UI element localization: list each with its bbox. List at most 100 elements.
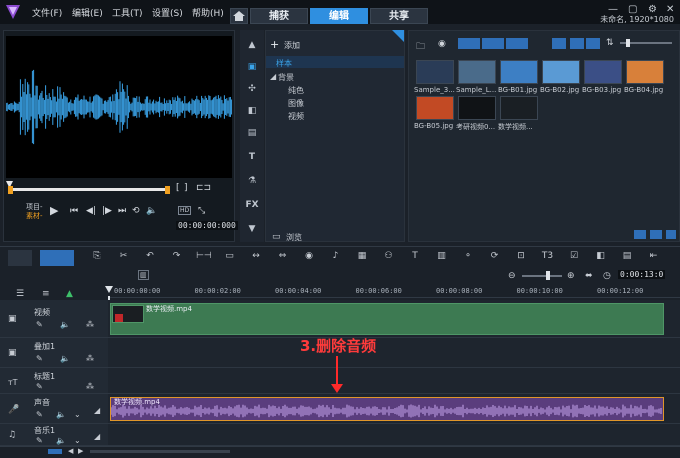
fit-icon[interactable]: ▭ (223, 251, 237, 265)
check-icon[interactable]: ☑ (567, 251, 581, 265)
copy-icon[interactable]: ⎘ (90, 251, 104, 265)
play-button[interactable]: ▶ (50, 204, 58, 217)
mask-icon[interactable]: ⚬ (461, 251, 475, 265)
preview-timecode[interactable]: 00:00:00:000 (176, 221, 238, 230)
filter-video-button[interactable] (458, 38, 480, 49)
add-folder-label[interactable]: 添加 (284, 40, 300, 51)
transition-icon[interactable]: ◧ (244, 106, 260, 120)
mute-voice-icon[interactable]: 🔈 (56, 410, 66, 419)
more-icon[interactable]: ▤ (620, 251, 634, 265)
filter-icon[interactable]: ⚗ (244, 176, 260, 190)
browse-button[interactable]: 浏览 (286, 232, 302, 243)
title-icon[interactable]: T (244, 152, 260, 166)
audio-mix-icon[interactable]: ♪ (329, 251, 343, 265)
storyboard-view-button[interactable] (8, 250, 32, 266)
3d-title-icon[interactable]: T3 (541, 251, 555, 265)
mark-in-handle[interactable] (8, 186, 13, 194)
timeline-scrollbar-thumb[interactable] (48, 449, 62, 454)
caption-icon[interactable]: ▥ (138, 270, 149, 280)
speed-icon[interactable]: ⟳ (488, 251, 502, 265)
fit-frame-icon[interactable]: ⇔ (276, 251, 290, 265)
panel-view-button-2[interactable] (650, 230, 662, 239)
thumb-view-button[interactable] (586, 38, 600, 49)
split-audio-icon[interactable]: ↔ (249, 251, 263, 265)
color-icon[interactable]: ◧ (594, 251, 608, 265)
music-volume-icon[interactable]: ◢ (94, 432, 100, 441)
thumb-size-handle[interactable] (626, 39, 630, 47)
menu-file[interactable]: 文件(F) (32, 6, 62, 19)
mark-out-handle[interactable] (165, 186, 170, 194)
tree-item-image[interactable]: 图像 (288, 98, 304, 109)
track-manager-icon[interactable]: ☰ (16, 289, 24, 299)
trim-icon[interactable]: ⊢⊣ (196, 251, 212, 265)
track-lane-overlay[interactable] (108, 338, 680, 368)
preview-scrubber[interactable] (8, 188, 170, 191)
add-marker-icon[interactable]: ▲ (66, 289, 73, 299)
instant-project-icon[interactable]: ✣ (244, 84, 260, 98)
zoom-slider[interactable] (522, 275, 562, 277)
media-thumbnail[interactable] (416, 96, 454, 120)
voice-volume-icon[interactable]: ◢ (94, 406, 100, 415)
zoom-handle[interactable] (546, 271, 550, 280)
browse-icon[interactable]: ▭ (272, 232, 281, 242)
next-frame-icon[interactable]: |▶ (102, 206, 112, 216)
scroll-left-icon[interactable]: ◀ (68, 447, 73, 455)
cut-icon[interactable]: ✂ (117, 251, 131, 265)
media-thumbnail[interactable] (458, 60, 496, 84)
redo-icon[interactable]: ↷ (170, 251, 184, 265)
grid-view-button[interactable] (570, 38, 584, 49)
track-name-voice[interactable]: 声音 (34, 397, 50, 408)
media-thumbnail[interactable] (500, 96, 538, 120)
ripple-icon[interactable]: ⁂ (86, 320, 94, 329)
mute-overlay-icon[interactable]: 🔈 (60, 354, 70, 363)
title-tool-icon[interactable]: T (408, 251, 422, 265)
prev-frame-icon[interactable]: ◀| (86, 206, 96, 216)
edit-overlay-icon[interactable]: ✎ (36, 354, 43, 363)
voice-dropdown-icon[interactable]: ⌄ (74, 410, 81, 419)
volume-icon[interactable]: 🔈 (146, 206, 157, 216)
timeline-duration[interactable]: 0:00:13:0 (618, 270, 666, 279)
scroll-down-icon[interactable]: ▼ (244, 224, 260, 238)
filter-audio-button[interactable] (506, 38, 528, 49)
media-thumbnail[interactable] (542, 60, 580, 84)
list-view-button[interactable] (552, 38, 566, 49)
panel-view-button-1[interactable] (634, 230, 646, 239)
mark-out-button[interactable]: ] (184, 183, 188, 193)
sort-icon[interactable]: ⇅ (606, 38, 614, 48)
motion-icon[interactable]: ⚇ (382, 251, 396, 265)
video-clip[interactable] (110, 303, 664, 335)
split-clip-icon[interactable]: ⊏⊐ (196, 183, 211, 193)
edit-track-icon[interactable]: ✎ (36, 320, 43, 329)
record-screen-icon[interactable]: ◉ (302, 251, 316, 265)
scroll-up-icon[interactable]: ▲ (244, 40, 260, 54)
fit-timeline-icon[interactable]: ⬌ (585, 271, 593, 281)
zoom-out-icon[interactable]: ⊖ (508, 271, 516, 281)
tab-share[interactable]: 共享 (370, 8, 428, 24)
mute-music-icon[interactable]: 🔈 (56, 436, 66, 445)
filter-photo-button[interactable] (482, 38, 504, 49)
menu-edit[interactable]: 编辑(E) (72, 6, 103, 19)
fx-icon[interactable]: FX (244, 200, 260, 214)
music-dropdown-icon[interactable]: ⌄ (74, 436, 81, 445)
tab-capture[interactable]: 捕获 (250, 8, 308, 24)
resize-icon[interactable]: ⤡ (198, 206, 205, 216)
track-lane-title[interactable] (108, 368, 680, 394)
track-name-title[interactable]: 标题1 (34, 371, 55, 382)
menu-tools[interactable]: 工具(T) (112, 6, 143, 19)
record-icon[interactable]: ◉ (438, 39, 446, 49)
panel-view-button-3[interactable] (666, 230, 676, 239)
tree-expand-icon[interactable]: ◢ (270, 72, 276, 81)
clip-mode-label[interactable]: 素材- (26, 211, 43, 221)
track-lane-music[interactable] (108, 424, 680, 446)
auto-music-icon[interactable]: ▦ (355, 251, 369, 265)
mute-video-icon[interactable]: 🔈 (60, 320, 70, 329)
scroll-right-icon[interactable]: ▶ (78, 447, 83, 455)
media-thumbnail[interactable] (500, 60, 538, 84)
end-icon[interactable]: ⏭ (118, 206, 126, 216)
edit-voice-icon[interactable]: ✎ (36, 410, 43, 419)
split-screen-icon[interactable]: ⊡ (514, 251, 528, 265)
home-start-icon[interactable]: ⏮ (70, 206, 78, 216)
quality-badge[interactable]: HD (178, 206, 192, 215)
tab-edit[interactable]: 编辑 (310, 8, 368, 24)
track-name-video[interactable]: 视频 (34, 307, 50, 318)
